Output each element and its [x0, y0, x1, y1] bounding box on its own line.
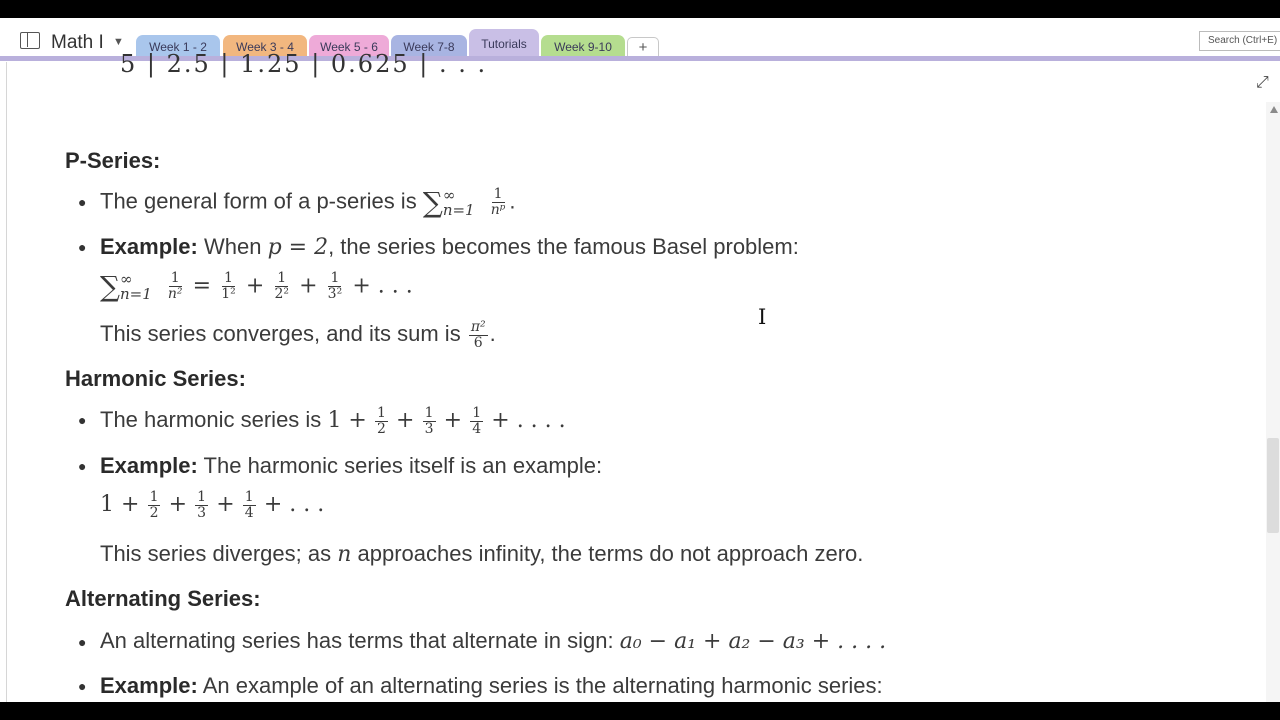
diverges-text: This series diverges; as [100, 541, 332, 566]
fraction-denominator: nᵖ [490, 202, 506, 218]
basel-term-3: 1 3² [327, 270, 343, 302]
fraction-denominator: 3² [327, 286, 343, 302]
p-equals-2: p = 2 [267, 235, 329, 260]
vertical-scrollbar[interactable] [1266, 102, 1280, 702]
basel-term-2: 1 2² [274, 270, 289, 302]
p-series-converges: This series converges, and its sum is π²… [100, 319, 496, 351]
notebook-title[interactable]: Math I [51, 32, 104, 54]
basel-continuation: + . . . [352, 273, 413, 299]
harmonic-diverges: This series diverges; as n approaches in… [100, 541, 863, 567]
bullet-dot: ● [78, 194, 87, 210]
example-label: Example: [100, 453, 198, 478]
p-series-example: Example: When p = 2, the series becomes … [100, 234, 799, 260]
example-text: An example of an alternating series is t… [202, 673, 883, 698]
basel-term-0: 1 n² [167, 270, 183, 302]
p-series-general-form: The general form of a p-series is ∑ ∞ n=1 … [100, 185, 516, 219]
example-text-2: , the series becomes the famous Basel pr… [328, 234, 799, 259]
scrollbar-thumb[interactable] [1267, 438, 1279, 533]
tab-week-9-10[interactable]: Week 9-10 [541, 35, 625, 58]
sigma-symbol: ∑ [100, 270, 120, 303]
variable-n: n [337, 542, 352, 567]
fraction-numerator: 1 [491, 186, 505, 203]
bullet-dot: ● [78, 412, 87, 428]
page-left-border [6, 62, 7, 702]
add-section-button[interactable]: + [627, 37, 659, 58]
fraction-denominator: 2² [274, 286, 289, 302]
p-series-fraction: 1 nᵖ [489, 187, 508, 217]
harmonic-example: Example: The harmonic series itself is a… [100, 453, 602, 479]
harmonic-definition: The harmonic series is 1 + 12 + 13 + 14 … [100, 405, 566, 437]
onenote-window: Math I ▼ Week 1 - 2 Week 3 - 4 Week 5 - … [0, 18, 1280, 702]
example-label: Example: [100, 673, 198, 698]
search-input[interactable]: Search (Ctrl+E) [1199, 31, 1280, 51]
harmonic-heading: Harmonic Series: [65, 366, 246, 391]
text-cursor-icon: I [758, 305, 767, 329]
p-series-general-text: The general form of a p-series is [100, 188, 417, 214]
bullet-dot: ● [78, 458, 87, 474]
alternating-text: An alternating series has terms that alt… [100, 628, 614, 653]
basel-equation: ∑ ∞ n=1 1 n² = 1 1² + 1 2² + 1 3² + . . . [100, 269, 413, 303]
harmonic-text: The harmonic series is [100, 407, 322, 432]
basel-term-1: 1 1² [221, 270, 236, 302]
fraction-denominator: n² [167, 286, 183, 302]
expand-icon[interactable]: ⤢ [1256, 74, 1269, 92]
bullet-dot: ● [78, 678, 87, 694]
harmonic-equation: 1 + 12 + 13 + 14 + . . . [100, 489, 325, 521]
converges-text: This series converges, and its sum is [100, 321, 461, 346]
notebook-icon[interactable] [20, 32, 40, 49]
pi-squared-over-6: π² 6 [468, 319, 488, 351]
fraction-denominator: 1² [221, 286, 236, 302]
chevron-down-icon[interactable]: ▼ [113, 36, 124, 48]
sum-lower-limit: n=1 [120, 284, 152, 303]
fraction-denominator: 6 [473, 334, 483, 351]
example-text: The harmonic series itself is an example… [203, 453, 603, 478]
alternating-heading: Alternating Series: [65, 586, 261, 611]
example-text: When [203, 234, 262, 259]
sum-lower-limit: n=1 [442, 200, 475, 219]
example-label: Example: [100, 234, 198, 259]
diverges-text-2: approaches infinity, the terms do not ap… [357, 541, 864, 566]
sigma-symbol: ∑ [422, 186, 443, 219]
alternating-definition: An alternating series has terms that alt… [100, 628, 886, 654]
fraction-numerator: π² [468, 319, 488, 336]
scroll-up-icon[interactable] [1270, 106, 1278, 113]
alternating-expression: a₀ − a₁ + a₂ − a₃ + . . . . [619, 629, 887, 654]
alternating-example: Example: An example of an alternating se… [100, 673, 883, 699]
p-series-heading: P-Series: [65, 148, 161, 173]
partial-table-row: 5 | 2.5 | 1.25 | 0.625 | . . . [120, 50, 488, 78]
bullet-dot: ● [78, 634, 87, 650]
bullet-dot: ● [78, 239, 87, 255]
